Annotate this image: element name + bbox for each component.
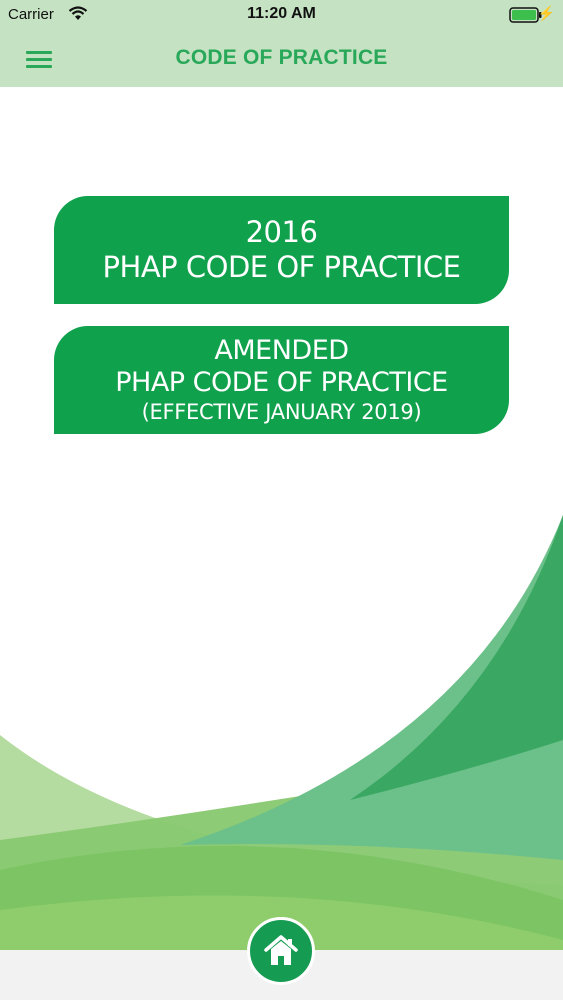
navigation-bar: CODE OF PRACTICE	[0, 32, 563, 87]
status-bar: Carrier 11:20 AM ⚡	[0, 0, 563, 32]
button-title-label: PHAP CODE OF PRACTICE	[102, 250, 461, 284]
button-title-label: PHAP CODE OF PRACTICE	[115, 367, 448, 398]
amended-code-button[interactable]: AMENDED PHAP CODE OF PRACTICE (EFFECTIVE…	[54, 326, 509, 434]
home-icon	[264, 935, 298, 965]
charging-bolt-icon: ⚡	[537, 5, 555, 21]
page-title: CODE OF PRACTICE	[175, 46, 388, 69]
status-time: 11:20 AM	[247, 5, 316, 22]
button-effective-label: (EFFECTIVE JANUARY 2019)	[141, 400, 422, 424]
button-amended-label: AMENDED	[214, 335, 349, 366]
home-button[interactable]	[247, 917, 315, 985]
decorative-swoosh-background	[0, 515, 563, 950]
button-year-label: 2016	[245, 215, 318, 249]
code-2016-button[interactable]: 2016 PHAP CODE OF PRACTICE	[54, 196, 509, 304]
